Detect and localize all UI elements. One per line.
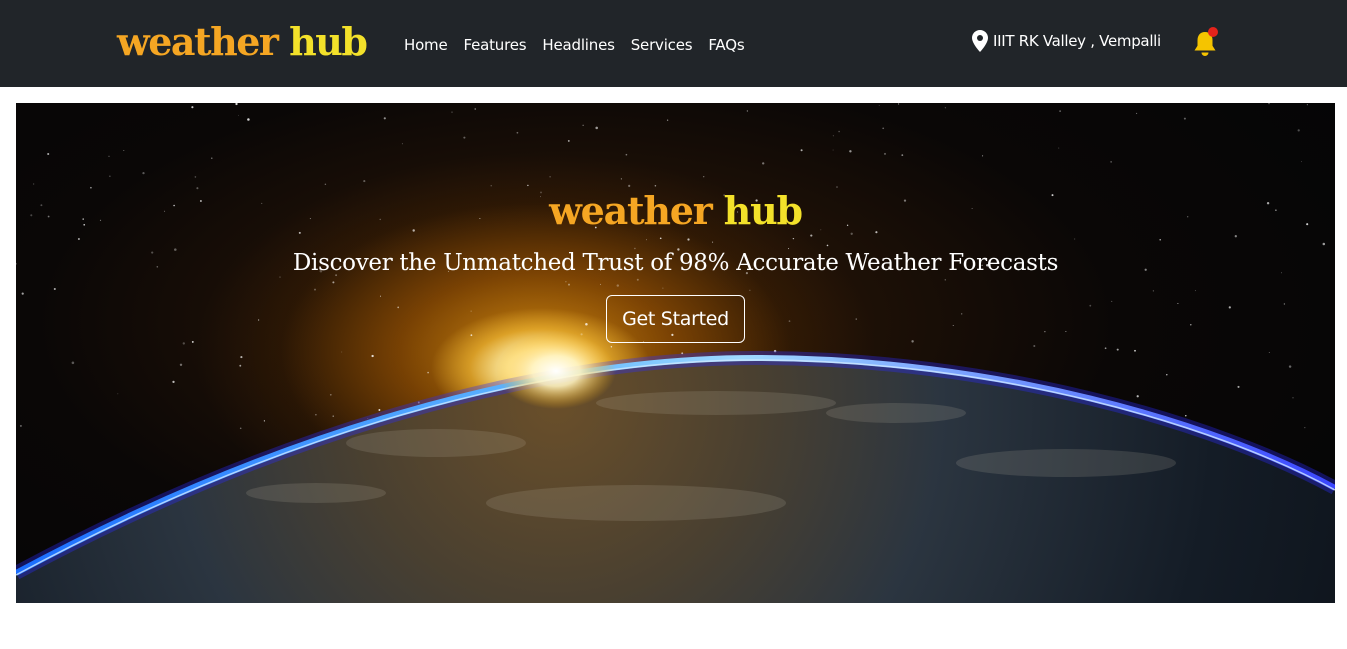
map-pin-icon (972, 30, 988, 52)
nav-links: Home Features Headlines Services FAQs (404, 34, 745, 56)
nav-link-faqs[interactable]: FAQs (708, 34, 744, 56)
hero-banner: weather hub Discover the Unmatched Trust… (16, 103, 1335, 603)
nav-link-features[interactable]: Features (464, 34, 527, 56)
notification-badge (1208, 27, 1218, 37)
location-text: IIIT RK Valley , Vempalli (993, 32, 1161, 50)
navbar: weather hub Home Features Headlines Serv… (0, 0, 1347, 87)
location-indicator[interactable]: IIIT RK Valley , Vempalli (972, 30, 1161, 52)
hero-title-weather: weather (549, 188, 713, 233)
hero-title: weather hub (16, 187, 1335, 235)
nav-link-home[interactable]: Home (404, 34, 448, 56)
brand-word-hub: hub (289, 19, 368, 64)
nav-link-services[interactable]: Services (631, 34, 693, 56)
get-started-button[interactable]: Get Started (606, 295, 745, 343)
brand-logo[interactable]: weather hub (117, 18, 368, 66)
earth-horizon-image (16, 333, 1335, 603)
hero-subtitle: Discover the Unmatched Trust of 98% Accu… (292, 250, 1059, 276)
hero-title-hub: hub (723, 188, 803, 233)
brand-word-weather: weather (117, 19, 279, 64)
bell-icon[interactable] (1191, 26, 1221, 58)
nav-link-headlines[interactable]: Headlines (542, 34, 615, 56)
